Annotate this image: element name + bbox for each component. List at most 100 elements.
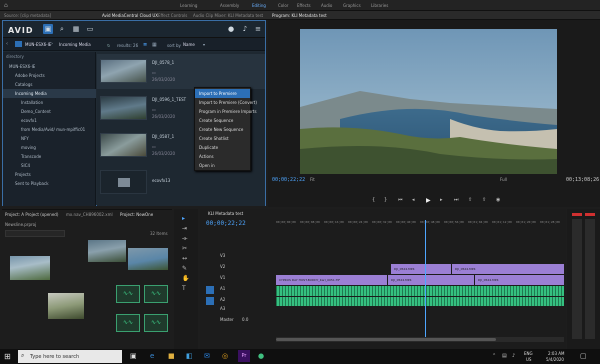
lift-icon[interactable]: ⇧ (468, 197, 472, 203)
refresh-icon[interactable]: ↻ (107, 43, 110, 48)
search-icon[interactable]: ⌕ (57, 24, 67, 34)
clip-thumbnail[interactable] (88, 240, 126, 262)
grid-icon[interactable]: ▦ (71, 24, 81, 34)
timeline-timecode[interactable]: 00;00;22;22 (206, 220, 246, 227)
audio-clip-a2[interactable] (276, 297, 564, 306)
menu-icon[interactable]: ≡ (253, 24, 263, 34)
workspace-libraries[interactable]: Libraries (371, 3, 388, 8)
notifications-icon[interactable]: ▢ (580, 352, 587, 360)
tree-item-sent-to-playback[interactable]: Sent to Playback (3, 179, 96, 188)
step-back-icon[interactable]: ◂ (412, 197, 415, 203)
audio-clip-thumbnail[interactable]: ∿∿ (116, 285, 140, 303)
step-forward-icon[interactable]: ▸ (440, 197, 443, 203)
menu-item-import-convert[interactable]: Import to Premiere (Convert) (195, 98, 257, 107)
clock-time[interactable]: 2:03 AM (548, 351, 564, 356)
task-view-icon[interactable]: ▣ (130, 352, 137, 360)
tree-item-transcode[interactable]: Transcode (3, 152, 96, 161)
fit-select[interactable]: Fit (310, 177, 315, 182)
tree-item-adobe-projects[interactable]: Adobe Projects (3, 71, 96, 80)
clip-thumbnail[interactable] (10, 256, 50, 280)
audio-clip-thumbnail[interactable]: ∿∿ (144, 285, 168, 303)
app-icon[interactable]: ● (258, 352, 264, 360)
file-explorer-icon[interactable]: ■ (168, 352, 175, 360)
list-item[interactable]: DJI_0578_1 ▭ 26/03/2020 (97, 54, 265, 89)
track-label-a1[interactable]: A1 (220, 286, 225, 291)
razor-tool-icon[interactable]: ✂ (182, 245, 187, 252)
tree-item-ecovfx1[interactable]: ecovfx1 (3, 116, 96, 125)
display-icon[interactable]: ▭ (85, 24, 95, 34)
menu-item-create-new-sequence[interactable]: Create New Sequence (195, 125, 250, 134)
mark-out-icon[interactable]: } (384, 197, 387, 203)
folder-icon[interactable]: ▣ (43, 24, 53, 34)
tab-effect-controls[interactable]: Effect Controls (158, 13, 187, 18)
grid-view-icon[interactable]: ▦ (152, 42, 157, 48)
menu-item-open-in[interactable]: Open in (195, 161, 250, 170)
tree-item-projects[interactable]: Projects (3, 170, 96, 179)
video-clip[interactable]: DJI_0524.MP4 (475, 275, 564, 285)
menu-item-program-imports[interactable]: Program in Premiere Imports (195, 107, 257, 116)
track-label-a3[interactable]: A3 (220, 306, 225, 311)
tree-item-incoming-media[interactable]: Incoming Media (3, 89, 96, 98)
workspace-editing[interactable]: Editing (252, 3, 266, 8)
program-timecode[interactable]: 00;00;22;22 (272, 177, 305, 183)
tab-avid-mediacentral[interactable]: Avid MediaCentral Cloud UX (102, 13, 158, 18)
project-tab[interactable]: mx.nav_CH896002.xml (66, 212, 113, 217)
tab-source[interactable]: Source: [clip metadata] (4, 13, 51, 18)
edge-icon[interactable]: e (150, 352, 154, 360)
list-view-icon[interactable]: ≣ (143, 42, 147, 48)
menu-item-actions[interactable]: Actions (195, 152, 250, 161)
time-ruler[interactable]: 00;00;00;00 00;00;08;00 00;00;16;00 00;0… (276, 220, 564, 228)
play-icon[interactable]: ▶ (426, 197, 431, 204)
location-label[interactable]: MUN-ESX6-IE (25, 42, 51, 47)
track-label-v2[interactable]: V2 (220, 264, 225, 269)
tree-item-sic4[interactable]: SIC4 (3, 161, 96, 170)
tree-item-demo-content[interactable]: Demo_Content (3, 107, 96, 116)
scroll-thumb[interactable] (276, 338, 496, 341)
source-patch-a2[interactable] (206, 297, 214, 305)
slip-tool-icon[interactable]: ↔ (182, 255, 187, 262)
hand-tool-icon[interactable]: ✋ (182, 275, 189, 282)
workspace-learning[interactable]: Learning (180, 3, 197, 8)
workspace-effects[interactable]: Effects (297, 3, 311, 8)
resolution-select[interactable]: Full (500, 177, 507, 182)
tree-item-from-media[interactable]: from Media/Avid/ mun-mpiffic01 (3, 125, 96, 134)
go-to-out-icon[interactable]: ⏭ (454, 197, 459, 203)
home-icon[interactable]: ⌂ (4, 2, 10, 9)
extract-icon[interactable]: ⇪ (482, 197, 486, 203)
playhead[interactable] (425, 220, 426, 337)
language-label[interactable]: ENG (524, 351, 533, 356)
track-label-a2[interactable]: A2 (220, 297, 225, 302)
project-tab-active[interactable]: Project: NewOne (120, 212, 153, 217)
volume-icon[interactable]: ♪ (512, 353, 515, 359)
ripple-edit-icon[interactable]: ⟛ (182, 235, 187, 243)
menu-item-import[interactable]: Import to Premiere (195, 89, 250, 98)
audio-clip-a1[interactable] (276, 286, 564, 296)
menu-item-create-sequence[interactable]: Create Sequence (195, 116, 250, 125)
track-select-icon[interactable]: ⇥ (182, 225, 187, 232)
sort-select[interactable]: Name (183, 42, 195, 47)
clip-thumbnail[interactable] (48, 293, 84, 319)
timeline-scrollbar[interactable] (276, 337, 564, 342)
chrome-icon[interactable]: ◎ (222, 352, 228, 360)
project-title[interactable]: Project: A Project (opened) (5, 212, 58, 217)
taskbar-search[interactable]: Type here to search (30, 354, 79, 360)
tree-item-moving[interactable]: moving (3, 143, 96, 152)
video-clip[interactable]: DJI_0524.MP4 (452, 264, 564, 274)
source-patch-a1[interactable] (206, 286, 214, 294)
chevron-down-icon[interactable]: ▾ (203, 42, 205, 47)
text-tool-icon[interactable]: T (182, 285, 186, 292)
tree-item-installation[interactable]: Installation (3, 98, 96, 107)
tree-item-nfy[interactable]: NFY (3, 134, 96, 143)
folder-label[interactable]: Incoming Media (59, 42, 91, 47)
track-label-v1[interactable]: V1 (220, 275, 225, 280)
video-clip[interactable]: DJI_0524.MP4 (391, 264, 451, 274)
workspace-audio[interactable]: Audio (321, 3, 332, 8)
user-icon[interactable]: ● (226, 24, 236, 34)
tree-item-catalogs[interactable]: Catalogs (3, 80, 96, 89)
tab-audio-clip-mixer[interactable]: Audio Clip Mixer: KLI Metadata test (193, 13, 263, 18)
back-icon[interactable]: ‹ (6, 41, 8, 47)
audio-clip-thumbnail[interactable]: ∿∿ (144, 314, 168, 332)
audio-clip-thumbnail[interactable]: ∿∿ (116, 314, 140, 332)
menu-item-duplicate[interactable]: Duplicate (195, 143, 250, 152)
clip-thumbnail[interactable] (128, 248, 168, 270)
